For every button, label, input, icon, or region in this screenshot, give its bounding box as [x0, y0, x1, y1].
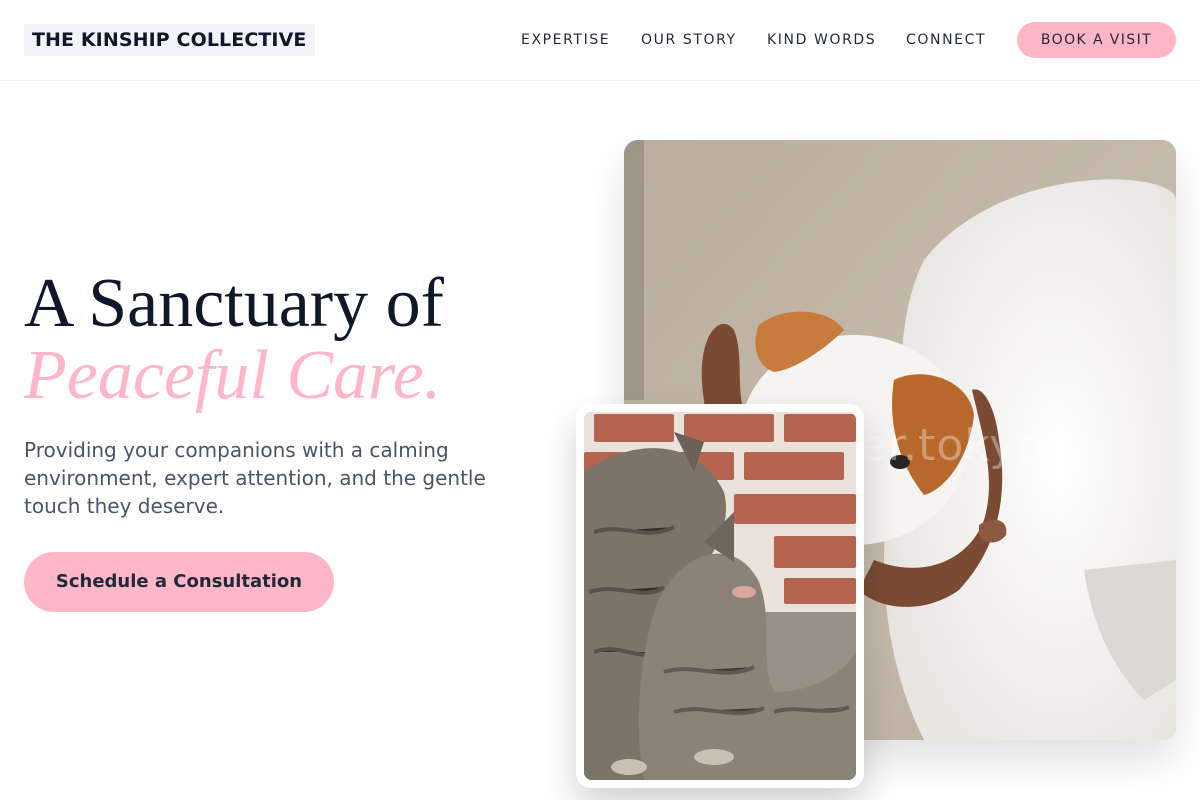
photo-watermark: er.tokyo: [860, 420, 1045, 471]
book-visit-button[interactable]: BOOK A VISIT: [1017, 22, 1176, 58]
nav-link-our-story[interactable]: OUR STORY: [641, 30, 737, 50]
cats-photo: [584, 412, 856, 780]
hero-subtitle: Providing your companions with a calming…: [24, 438, 486, 518]
brand-logo[interactable]: THE KINSHIP COLLECTIVE: [24, 24, 315, 56]
schedule-consultation-button[interactable]: Schedule a Consultation: [24, 552, 334, 612]
nav-link-expertise[interactable]: EXPERTISE: [521, 30, 610, 50]
nav-link-kind-words[interactable]: KIND WORDS: [767, 30, 876, 50]
hero-title: A Sanctuary of Peaceful Care.: [24, 268, 584, 412]
cats-photo-illustration: [584, 412, 856, 780]
nav-link-connect[interactable]: CONNECT: [906, 30, 986, 50]
cats-photo-card: [576, 404, 864, 788]
hero-title-line2: Peaceful Care.: [24, 337, 442, 414]
navbar: THE KINSHIP COLLECTIVE EXPERTISE OUR STO…: [0, 0, 1200, 81]
hero-title-line1: A Sanctuary of: [24, 265, 444, 342]
